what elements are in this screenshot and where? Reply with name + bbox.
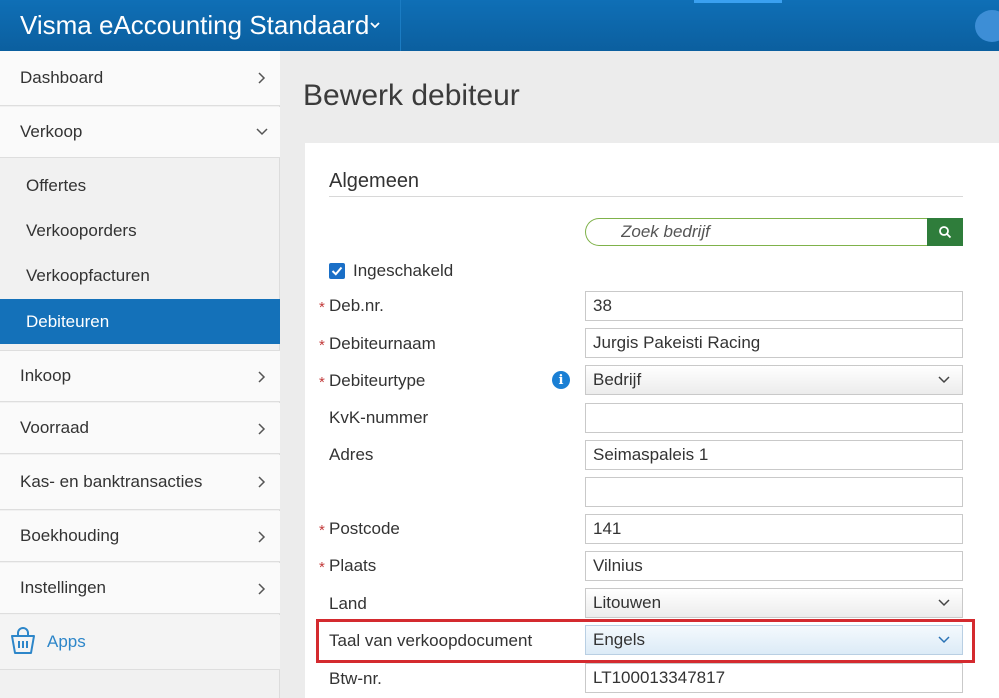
section-divider [329, 196, 963, 197]
debiteurnaam-label: Debiteurnaam [329, 334, 436, 353]
sidebar-item-inkoop[interactable]: Inkoop [0, 350, 280, 402]
sidebar: Dashboard Verkoop Offertes Verkooporders… [0, 51, 280, 698]
sidebar-item-apps[interactable]: Apps [0, 615, 280, 670]
chevron-right-icon [258, 72, 266, 84]
enabled-label: Ingeschakeld [353, 261, 454, 280]
app-title: Visma eAccounting Standaard [20, 10, 370, 40]
chevron-down-icon [938, 599, 950, 607]
shopping-bag-icon [11, 627, 35, 654]
btw-nr-field[interactable]: LT100013347817 [585, 663, 963, 693]
required-marker: * [319, 337, 325, 354]
top-accent-bar [694, 0, 782, 3]
required-marker: * [319, 522, 325, 539]
required-marker: * [319, 299, 325, 316]
checkmark-icon [331, 266, 343, 276]
kvk-label: KvK-nummer [329, 408, 429, 427]
debiteurtype-value: Bedrijf [593, 370, 642, 389]
sidebar-item-verkoop[interactable]: Verkoop [0, 107, 280, 158]
page-title: Bewerk debiteur [303, 79, 520, 112]
sidebar-item-boekhouding[interactable]: Boekhouding [0, 511, 280, 562]
chevron-right-icon [258, 531, 266, 543]
info-icon[interactable]: i [552, 371, 570, 389]
required-marker: * [319, 374, 325, 391]
sidebar-item-label: Dashboard [20, 68, 104, 87]
land-value: Litouwen [593, 593, 662, 612]
plaats-field[interactable]: Vilnius [585, 551, 963, 581]
land-select[interactable]: Litouwen [585, 588, 963, 618]
app-switcher[interactable]: Visma eAccounting Standaard [0, 0, 401, 51]
adres-field[interactable]: Seimaspaleis 1 [585, 440, 963, 470]
sidebar-item-label: Offertes [26, 175, 87, 195]
deb-nr-label: Deb.nr. [329, 296, 384, 315]
sidebar-item-label: Verkoop [20, 122, 83, 141]
adres-line-2-field[interactable] [585, 477, 963, 507]
deb-nr-field[interactable]: 38 [585, 291, 963, 321]
chevron-right-icon [258, 583, 266, 595]
user-avatar[interactable] [975, 10, 999, 42]
top-bar: Visma eAccounting Standaard [0, 0, 999, 51]
sidebar-item-dashboard[interactable]: Dashboard [0, 51, 280, 106]
sidebar-item-voorraad[interactable]: Voorraad [0, 403, 280, 454]
btw-nr-label: Btw-nr. [329, 669, 382, 688]
debiteurnaam-field[interactable]: Jurgis Pakeisti Racing [585, 328, 963, 358]
kvk-field[interactable] [585, 403, 963, 433]
search-icon [939, 226, 952, 239]
debiteurtype-select[interactable]: Bedrijf [585, 365, 963, 395]
sidebar-item-label: Inkoop [20, 366, 72, 385]
chevron-right-icon [258, 423, 266, 435]
apps-label: Apps [47, 632, 86, 651]
postcode-field[interactable]: 141 [585, 514, 963, 544]
sidebar-item-label: Debiteuren [26, 311, 110, 331]
sidebar-item-verkooporders[interactable]: Verkooporders [0, 208, 280, 253]
chevron-down-icon [256, 128, 268, 136]
chevron-down-icon [370, 22, 380, 29]
sidebar-item-verkoopfacturen[interactable]: Verkoopfacturen [0, 253, 280, 298]
sidebar-item-instellingen[interactable]: Instellingen [0, 563, 280, 614]
section-title: Algemeen [329, 170, 420, 192]
chevron-right-icon [258, 476, 266, 488]
sidebar-item-offertes[interactable]: Offertes [0, 163, 280, 208]
company-search [585, 218, 963, 246]
taal-label: Taal van verkoopdocument [329, 631, 533, 650]
adres-label: Adres [329, 445, 374, 464]
land-label: Land [329, 594, 367, 613]
search-input[interactable] [585, 218, 928, 246]
chevron-right-icon [258, 371, 266, 383]
taal-value: Engels [593, 630, 645, 649]
plaats-label: Plaats [329, 556, 377, 575]
sidebar-item-label: Verkoopfacturen [26, 265, 150, 285]
sidebar-item-label: Instellingen [20, 578, 107, 597]
sidebar-item-label: Verkooporders [26, 220, 137, 240]
sidebar-item-debiteuren[interactable]: Debiteuren [0, 299, 280, 344]
sidebar-item-kas-en-banktransacties[interactable]: Kas- en banktransacties [0, 455, 280, 510]
sidebar-item-label: Kas- en banktransacties [20, 472, 203, 491]
postcode-label: Postcode [329, 519, 400, 538]
required-marker: * [319, 559, 325, 576]
sidebar-item-label: Voorraad [20, 418, 89, 437]
sidebar-item-label: Boekhouding [20, 526, 120, 545]
debiteurtype-label: Debiteurtype [329, 371, 426, 390]
search-button[interactable] [927, 218, 963, 246]
enabled-checkbox[interactable] [329, 263, 345, 279]
chevron-down-icon [938, 376, 950, 384]
taal-select[interactable]: Engels [585, 625, 963, 655]
chevron-down-icon [938, 636, 950, 644]
